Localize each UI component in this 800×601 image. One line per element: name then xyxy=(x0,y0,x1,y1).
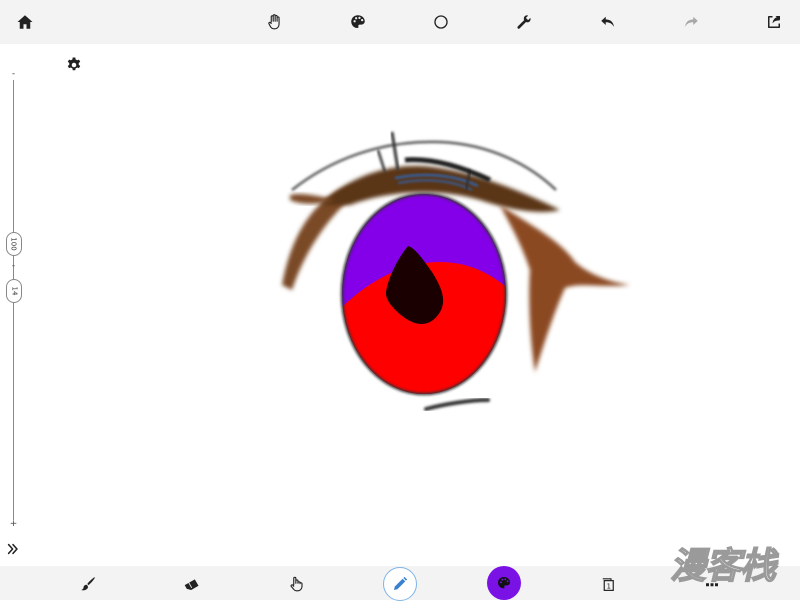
watermark-graphic: 漫客栈 xyxy=(669,545,780,587)
tools-button[interactable] xyxy=(510,8,538,36)
top-toolbar xyxy=(0,0,800,44)
palette-icon xyxy=(351,15,365,28)
share-button[interactable] xyxy=(760,8,788,36)
smudge-tool-button[interactable] xyxy=(282,570,310,598)
expand-panel-button[interactable] xyxy=(6,541,22,557)
undo-icon xyxy=(601,16,614,27)
size-handle[interactable]: 14 xyxy=(6,279,22,303)
slider-minus-label: - xyxy=(11,69,16,79)
slider-plus-label: + xyxy=(9,519,18,529)
redo-icon xyxy=(685,16,698,27)
outer-lash-sweep xyxy=(500,205,630,372)
double-chevron-right-icon xyxy=(7,543,18,555)
pencil-tool-button[interactable] xyxy=(383,567,417,601)
eraser-icon xyxy=(184,579,199,590)
slider-mid-label: - xyxy=(11,261,16,271)
brush-tool-button[interactable] xyxy=(74,570,102,598)
pencil-icon xyxy=(394,576,408,590)
wrench-icon xyxy=(517,15,531,29)
gear-icon xyxy=(67,57,81,71)
undo-button[interactable] xyxy=(594,8,622,36)
color-palette-icon xyxy=(498,577,510,589)
circle-icon xyxy=(434,15,448,29)
drawing-canvas[interactable] xyxy=(0,44,800,566)
redo-button[interactable] xyxy=(677,8,705,36)
layer-count: 1 xyxy=(607,583,611,591)
layers-icon: 1 xyxy=(602,578,614,591)
hand-tool-button[interactable] xyxy=(261,8,289,36)
opacity-handle[interactable]: 100 xyxy=(6,232,22,256)
svg-text:漫客栈: 漫客栈 xyxy=(670,546,779,587)
opacity-value: 100 xyxy=(10,237,18,251)
share-icon xyxy=(768,16,780,28)
layers-button[interactable]: 1 xyxy=(594,570,622,598)
canvas-settings-button[interactable] xyxy=(65,56,83,74)
home-button[interactable] xyxy=(11,8,39,36)
brush-icon xyxy=(81,577,95,591)
size-value: 14 xyxy=(9,286,18,296)
home-icon xyxy=(17,15,33,29)
smudge-finger-icon xyxy=(290,576,303,592)
color-picker-button[interactable] xyxy=(487,566,521,600)
eye-drawing xyxy=(282,131,630,411)
hand-icon xyxy=(268,14,280,30)
lower-lash xyxy=(424,398,490,411)
watermark-logo: 漫客栈 xyxy=(668,540,792,588)
eraser-tool-button[interactable] xyxy=(178,570,206,598)
shape-tool-button[interactable] xyxy=(427,8,455,36)
palette-button[interactable] xyxy=(344,8,372,36)
